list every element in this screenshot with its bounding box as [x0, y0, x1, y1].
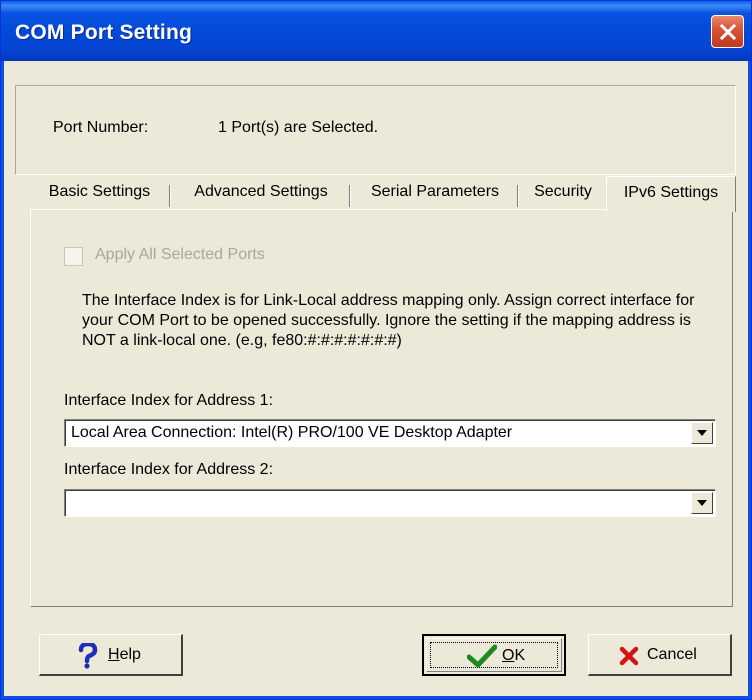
apply-all-selected-ports-label: Apply All Selected Ports	[95, 246, 265, 263]
tab-label: Security	[534, 183, 592, 200]
tab-security[interactable]: Security	[521, 179, 605, 210]
tab-separator	[517, 185, 519, 207]
window-title: COM Port Setting	[15, 21, 193, 44]
tab-separator	[349, 185, 351, 207]
tab-label: Serial Parameters	[370, 183, 500, 200]
tab-label: Advanced Settings	[194, 183, 328, 200]
help-accelerator: H	[108, 646, 120, 663]
tab-ipv6-settings[interactable]: IPv6 Settings	[606, 176, 736, 212]
tab-advanced-settings[interactable]: Advanced Settings	[173, 179, 349, 210]
address-1-dropdown-button[interactable]	[691, 422, 713, 444]
cancel-button-label: Cancel	[647, 646, 697, 663]
ok-button-label: K	[514, 647, 526, 664]
tab-separator	[169, 185, 171, 207]
title-bar[interactable]: COM Port Setting	[1, 1, 751, 61]
com-port-setting-dialog: COM Port Setting Port Number: 1 Port(s) …	[0, 0, 752, 700]
address-1-label: Interface Index for Address 1:	[64, 392, 274, 409]
port-number-value: 1 Port(s) are Selected.	[218, 119, 379, 136]
tab-label: Basic Settings	[48, 183, 151, 200]
tab-serial-parameters[interactable]: Serial Parameters	[353, 179, 517, 210]
close-icon	[719, 23, 737, 41]
address-1-selected-value: Local Area Connection: Intel(R) PRO/100 …	[71, 424, 513, 441]
tab-label: IPv6 Settings	[623, 184, 719, 201]
chevron-down-icon	[697, 500, 707, 506]
address-1-interface-select[interactable]: Local Area Connection: Intel(R) PRO/100 …	[64, 419, 716, 447]
checkmark-icon	[467, 644, 497, 668]
apply-all-selected-ports-checkbox[interactable]	[64, 247, 83, 266]
interface-index-info-text: The Interface Index is for Link-Local ad…	[82, 292, 695, 349]
help-button-label: elp	[119, 646, 141, 663]
port-number-label: Port Number:	[53, 119, 149, 136]
chevron-down-icon	[697, 430, 707, 436]
address-2-interface-select[interactable]	[64, 489, 716, 517]
cancel-button[interactable]: Cancel	[588, 634, 732, 676]
close-button[interactable]	[711, 15, 744, 48]
red-x-icon	[619, 646, 639, 666]
ok-button[interactable]: OK	[422, 634, 566, 676]
address-2-dropdown-button[interactable]	[691, 492, 713, 514]
question-mark-icon	[78, 643, 98, 669]
address-2-label: Interface Index for Address 2:	[64, 461, 274, 478]
help-button[interactable]: Help	[39, 634, 183, 676]
ok-accelerator: O	[502, 647, 515, 664]
tab-basic-settings[interactable]: Basic Settings	[31, 179, 168, 210]
